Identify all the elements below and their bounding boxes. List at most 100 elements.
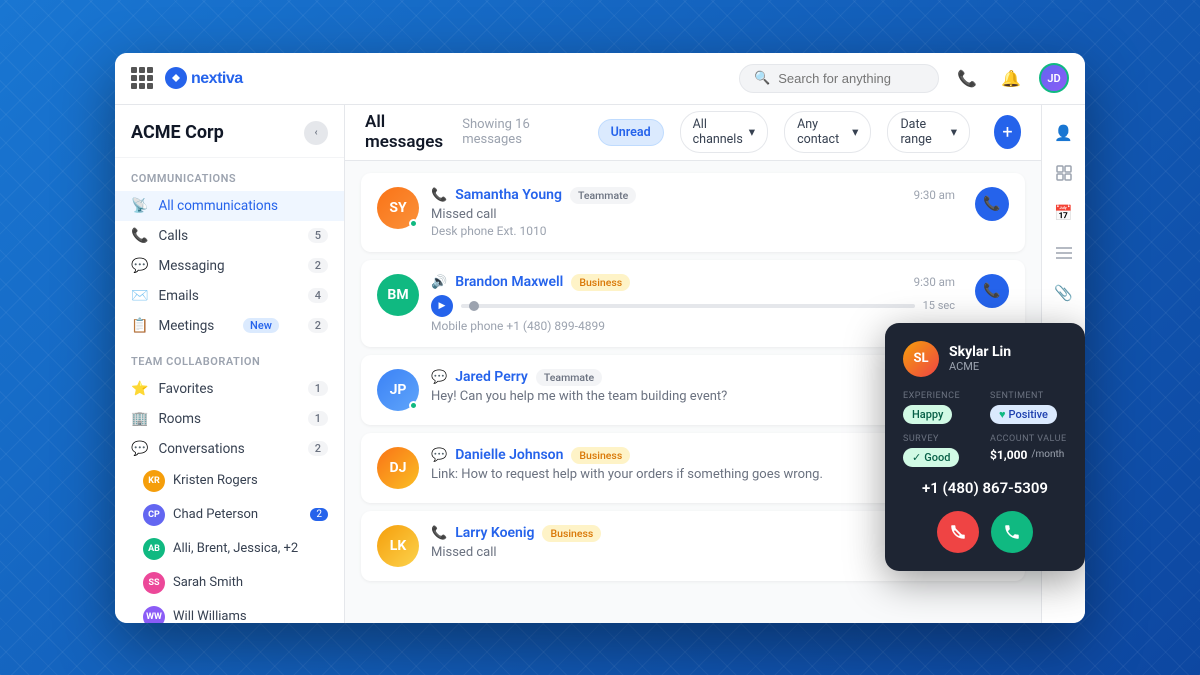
sidebar-header: ACME Corp ‹ [115, 105, 344, 158]
brandon-msg-top: 🔊 Brandon Maxwell Business 9:30 am [431, 274, 955, 291]
larry-name: Larry Koenig [455, 525, 534, 541]
paperclip-rail-icon[interactable]: 📎 [1048, 277, 1080, 309]
caller-phone: +1 (480) 867-5309 [903, 479, 1067, 497]
message-card-samantha[interactable]: SY 📞 Samantha Young Teammate 9:30 am Mis… [361, 173, 1025, 252]
rooms-badge: 1 [308, 411, 328, 426]
list-rail-icon[interactable] [1048, 237, 1080, 269]
contact-filter-button[interactable]: Any contact ▾ [784, 111, 871, 153]
caller-info: SL Skylar Lin ACME [903, 341, 1067, 377]
decline-call-button[interactable] [937, 511, 979, 553]
samantha-msg-top: 📞 Samantha Young Teammate 9:30 am [431, 187, 955, 204]
chad-badge: 2 [310, 508, 328, 521]
caller-actions [903, 511, 1067, 553]
danielle-name: Danielle Johnson [455, 447, 563, 463]
will-label: Will Williams [173, 609, 247, 623]
rooms-label: Rooms [158, 411, 201, 427]
voicemail-icon: 🔊 [431, 275, 447, 290]
account-value: $1,000 /month [990, 448, 1067, 462]
logo: nextiva [165, 67, 255, 89]
samantha-call-button[interactable]: 📞 [975, 187, 1009, 221]
will-avatar: WW [143, 606, 165, 623]
sidebar-sub-item-alli[interactable]: AB Alli, Brent, Jessica, +2 [115, 532, 344, 566]
sentiment-stat: SENTIMENT ♥ Positive [990, 391, 1067, 424]
sentiment-value: ♥ Positive [990, 405, 1067, 424]
kristen-avatar: KR [143, 470, 165, 492]
play-button[interactable]: ▶ [431, 295, 453, 317]
survey-stat: SURVEY ✓ Good [903, 434, 980, 467]
all-comm-icon: 📡 [131, 198, 148, 214]
conversations-badge: 2 [308, 441, 328, 456]
brandon-call-button[interactable]: 📞 [975, 274, 1009, 308]
search-bar[interactable]: 🔍 [739, 64, 939, 93]
experience-stat: EXPERIENCE Happy [903, 391, 980, 424]
caller-company: ACME [949, 360, 1011, 373]
conversations-icon: 💬 [131, 441, 148, 457]
larry-msg-top: 📞 Larry Koenig Business 9:30 am [431, 525, 955, 542]
kristen-label: Kristen Rogers [173, 473, 258, 488]
sidebar-item-meetings[interactable]: 📋 Meetings New 2 [115, 311, 344, 341]
experience-chip: Happy [903, 405, 952, 424]
brandon-avatar: BM [377, 274, 419, 316]
calendar-rail-icon[interactable]: 📅 [1048, 197, 1080, 229]
navbar: nextiva 🔍 📞 🔔 JD [115, 53, 1085, 105]
voicemail-player: ▶ 15 sec [431, 295, 955, 317]
sidebar-item-emails[interactable]: ✉️ Emails 4 [115, 281, 344, 311]
sidebar-item-all-communications[interactable]: 📡 All communications [115, 191, 344, 221]
sidebar-sub-item-sarah[interactable]: SS Sarah Smith [115, 566, 344, 600]
phone-msg-icon: 📞 [431, 188, 447, 203]
sidebar-sub-item-kristen[interactable]: KR Kristen Rogers [115, 464, 344, 498]
unread-filter-button[interactable]: Unread [598, 119, 664, 146]
channels-filter-button[interactable]: All channels ▾ [680, 111, 768, 153]
sidebar-item-messaging[interactable]: 💬 Messaging 2 [115, 251, 344, 281]
bell-icon[interactable]: 🔔 [995, 62, 1027, 94]
larry-text: Missed call [431, 545, 955, 560]
grid-rail-icon[interactable] [1048, 157, 1080, 189]
accept-call-button[interactable] [991, 511, 1033, 553]
jared-online-indicator [409, 401, 418, 410]
account-period: /month [1031, 449, 1064, 460]
brandon-name: Brandon Maxwell [455, 274, 563, 290]
date-filter-button[interactable]: Date range ▾ [887, 111, 970, 153]
jared-avatar: JP [377, 369, 419, 411]
brandon-time: 9:30 am [914, 275, 955, 289]
collapse-button[interactable]: ‹ [304, 121, 328, 145]
larry-phone-icon: 📞 [431, 526, 447, 541]
new-message-button[interactable]: + [994, 115, 1021, 149]
sidebar-sub-item-chad[interactable]: CP Chad Peterson 2 [115, 498, 344, 532]
rooms-icon: 🏢 [131, 411, 148, 427]
emails-icon: ✉️ [131, 288, 148, 304]
account-name: ACME Corp [131, 122, 224, 143]
sidebar-item-conversations[interactable]: 💬 Conversations 2 [115, 434, 344, 464]
sidebar-sub-item-will[interactable]: WW Will Williams [115, 600, 344, 623]
team-collab-section-title: Team collaboration [115, 341, 344, 374]
user-avatar[interactable]: JD [1039, 63, 1069, 93]
sidebar-item-calls[interactable]: 📞 Calls 5 [115, 221, 344, 251]
app-window: nextiva 🔍 📞 🔔 JD ACME Corp ‹ Communicati… [115, 53, 1085, 623]
larry-tag: Business [542, 525, 601, 542]
grid-menu-icon[interactable] [131, 67, 153, 89]
account-amount: $1,000 [990, 448, 1027, 462]
page-title: All messages [365, 112, 446, 152]
favorites-icon: ⭐ [131, 381, 148, 397]
phone-icon[interactable]: 📞 [951, 62, 983, 94]
person-rail-icon[interactable]: 👤 [1048, 117, 1080, 149]
sarah-avatar: SS [143, 572, 165, 594]
vm-duration: 15 sec [923, 299, 955, 312]
survey-label: SURVEY [903, 434, 980, 444]
brandon-content: 🔊 Brandon Maxwell Business 9:30 am ▶ 15 … [431, 274, 955, 333]
calls-badge: 5 [308, 228, 328, 243]
sidebar-item-rooms[interactable]: 🏢 Rooms 1 [115, 404, 344, 434]
sidebar-item-favorites[interactable]: ⭐ Favorites 1 [115, 374, 344, 404]
search-input[interactable] [778, 71, 924, 86]
favorites-label: Favorites [158, 381, 213, 397]
chevron-down-icon-3: ▾ [951, 124, 957, 140]
chevron-down-icon-2: ▾ [852, 124, 858, 140]
meetings-count-badge: 2 [308, 318, 328, 333]
search-icon: 🔍 [754, 71, 770, 86]
caller-name: Skylar Lin [949, 344, 1011, 360]
caller-stats: EXPERIENCE Happy SENTIMENT ♥ Positive SU… [903, 391, 1067, 467]
messaging-icon: 💬 [131, 258, 148, 274]
meetings-new-badge: New [243, 318, 279, 333]
sidebar: ACME Corp ‹ Communications 📡 All communi… [115, 105, 345, 623]
progress-bar[interactable] [461, 304, 915, 308]
